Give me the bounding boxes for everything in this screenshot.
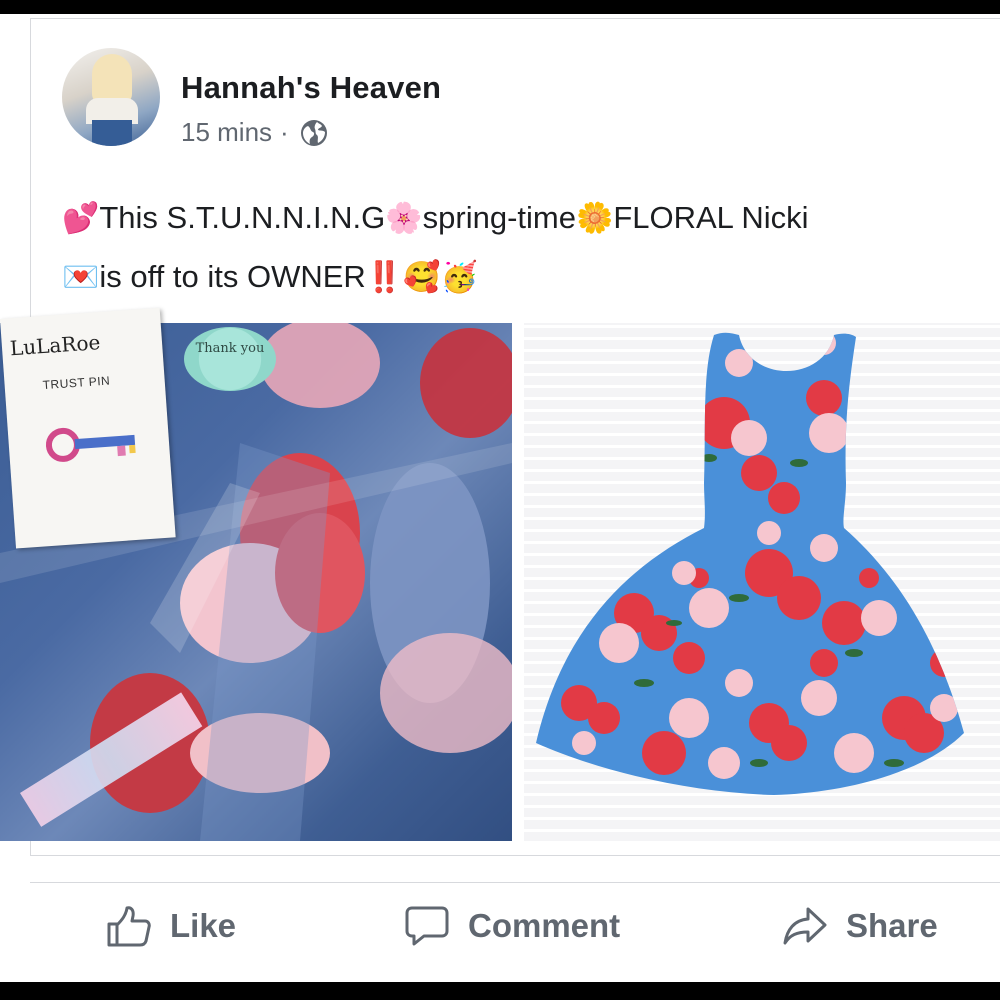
trust-pin-label: TRUST PIN xyxy=(42,373,111,393)
brand-logo: LuLaRoe xyxy=(9,330,102,361)
floral-dress-illustration xyxy=(536,332,964,795)
post-actions: Like Comment Share xyxy=(0,904,1000,964)
post-text-4: is off to its OWNER xyxy=(99,259,366,294)
avatar-jeans xyxy=(92,120,132,146)
cherry-blossom-emoji: 🌸 xyxy=(385,201,423,236)
actions-divider xyxy=(30,882,1000,883)
trust-pin-card: LuLaRoe TRUST PIN xyxy=(0,307,176,549)
post-text-2: spring-time xyxy=(422,200,576,235)
author-name[interactable]: Hannah's Heaven xyxy=(181,70,441,106)
meta-separator: · xyxy=(280,117,289,147)
comment-icon xyxy=(405,906,449,946)
post-message-line-2: 💌is off to its OWNER‼️🥰🥳 xyxy=(62,248,982,307)
party-face-emoji: 🥳 xyxy=(440,260,478,295)
comment-label: Comment xyxy=(468,907,621,944)
post-message-line-1: 💕This S.T.U.N.N.I.N.G🌸spring-time🌼FLORAL… xyxy=(62,189,982,248)
post-meta: 15 mins · xyxy=(181,117,329,148)
like-label: Like xyxy=(170,907,237,944)
like-button[interactable]: Like xyxy=(106,904,236,948)
key-pin-icon xyxy=(45,427,136,462)
facebook-post-screen: Hannah's Heaven 15 mins · 💕This S.T.U.N.… xyxy=(0,14,1000,982)
thumbs-up-icon xyxy=(107,906,151,947)
share-arrow-icon xyxy=(783,907,827,945)
photo-floral-dress[interactable] xyxy=(524,323,1000,841)
post-time[interactable]: 15 mins xyxy=(181,117,272,148)
comment-button[interactable]: Comment xyxy=(404,904,620,948)
post-text-3: FLORAL Nicki xyxy=(613,200,809,235)
two-hearts-emoji: 💕 xyxy=(62,201,100,236)
smiling-hearts-emoji: 🥰 xyxy=(403,260,441,295)
double-exclamation-emoji: ‼️ xyxy=(365,260,404,295)
globe-icon xyxy=(299,118,329,148)
post-text-1: This S.T.U.N.N.I.N.G xyxy=(99,200,386,235)
post-message: 💕This S.T.U.N.N.I.N.G🌸spring-time🌼FLORAL… xyxy=(62,189,982,307)
share-button[interactable]: Share xyxy=(782,904,938,948)
blossom-emoji: 🌼 xyxy=(575,201,614,236)
share-label: Share xyxy=(846,907,938,944)
avatar-hair xyxy=(92,54,132,104)
love-letter-emoji: 💌 xyxy=(62,260,100,295)
avatar[interactable] xyxy=(62,48,160,146)
thank-you-sticker: Thank you xyxy=(184,327,276,391)
